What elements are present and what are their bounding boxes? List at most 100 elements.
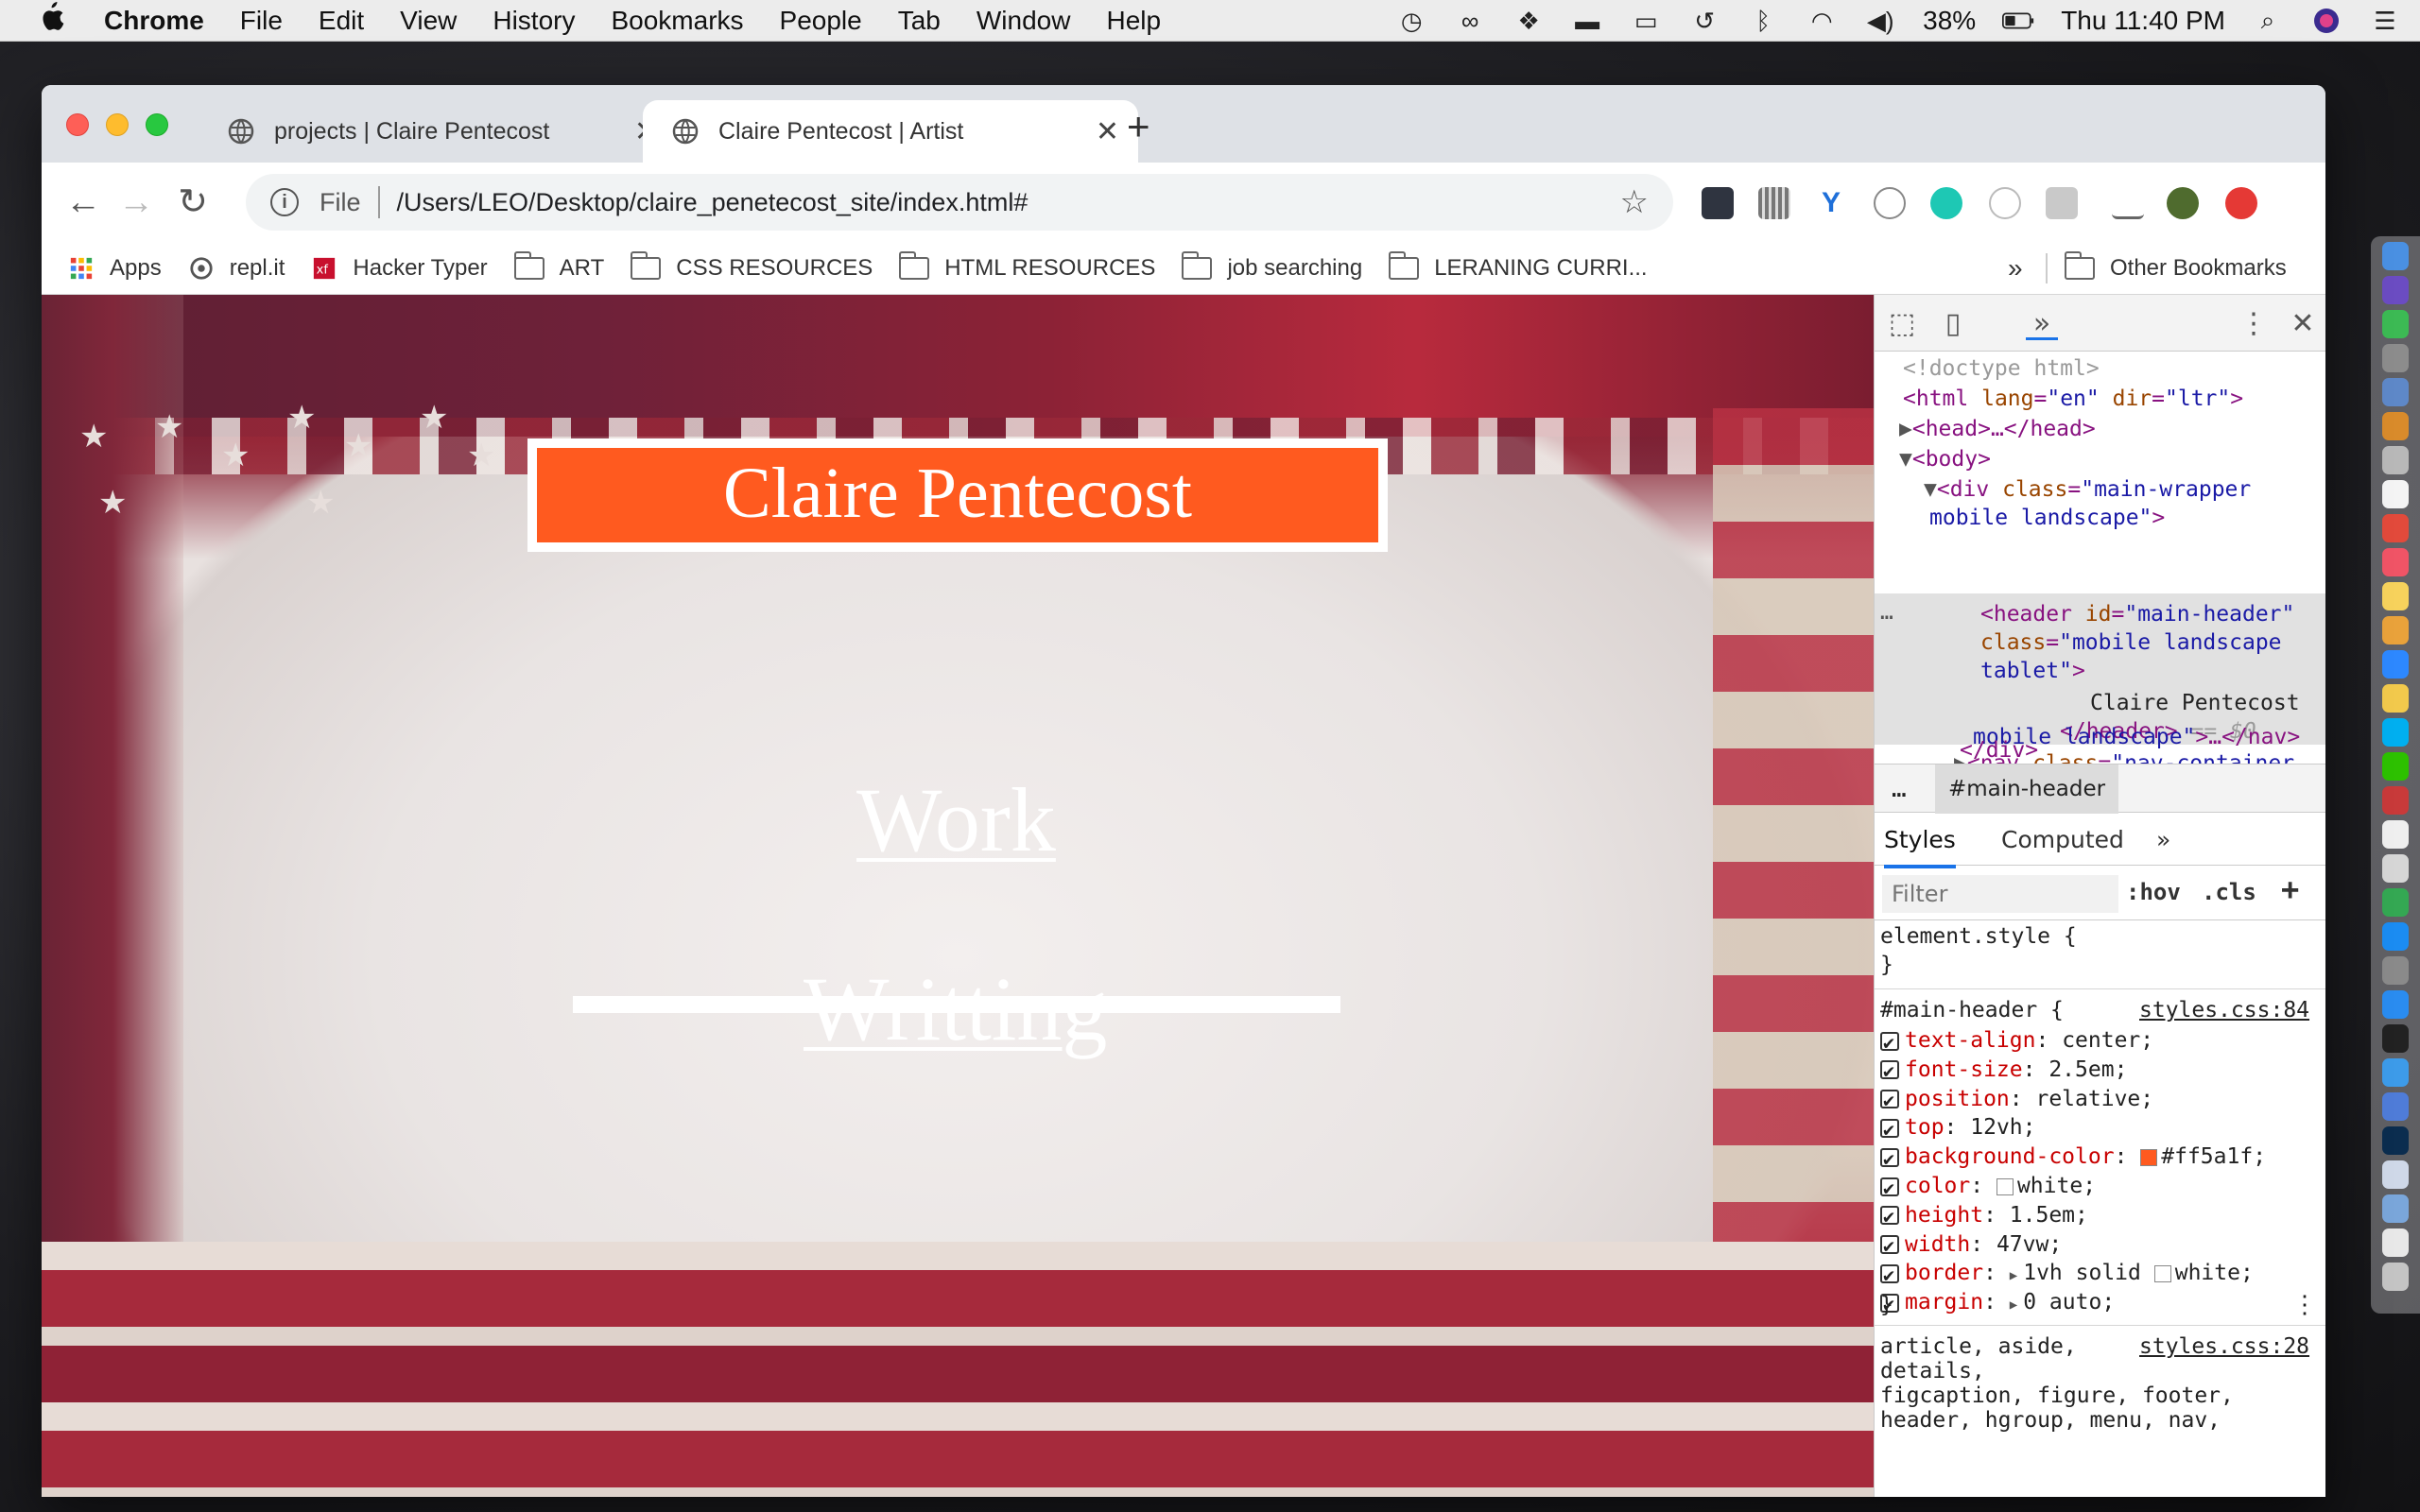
back-button[interactable]: ←	[60, 180, 106, 225]
dom-doctype[interactable]: <!doctype html>	[1903, 353, 2100, 384]
photo-booth-icon[interactable]	[2382, 514, 2409, 542]
declaration-background-color[interactable]: background-color: #ff5a1f;	[1880, 1143, 2266, 1174]
help-icon[interactable]	[2382, 854, 2409, 883]
element-style-selector[interactable]: element.style {	[1880, 922, 2077, 952]
music-icon[interactable]	[2382, 548, 2409, 576]
new-tab-button[interactable]: +	[1127, 104, 1150, 149]
volume-icon[interactable]: ◀)	[1864, 7, 1896, 35]
documents-stack-icon[interactable]	[2382, 1228, 2409, 1257]
device-toolbar-icon[interactable]: ▯	[1937, 308, 1969, 340]
bookmark-star-icon[interactable]: ☆	[1620, 183, 1649, 221]
calendar-icon[interactable]	[2382, 480, 2409, 508]
nav-link-writting[interactable]: Writting	[804, 956, 1107, 1061]
declaration-value[interactable]: 1.5em;	[2010, 1203, 2088, 1228]
bookmarks-overflow-button[interactable]: »	[2008, 253, 2023, 284]
bookmark-apps[interactable]: Apps	[68, 255, 162, 282]
inspect-element-icon[interactable]: ⬚	[1886, 308, 1918, 340]
declaration-value[interactable]: relative;	[2035, 1087, 2153, 1111]
declaration-property[interactable]: background-color	[1905, 1144, 2115, 1169]
declaration-color[interactable]: color: white;	[1880, 1172, 2096, 1203]
declaration-text-align[interactable]: text-align: center;	[1880, 1026, 2153, 1057]
photos-icon[interactable]	[2382, 616, 2409, 644]
declaration-height[interactable]: height: 1.5em;	[1880, 1201, 2088, 1231]
app-icon-red[interactable]	[2382, 786, 2409, 815]
declaration-position[interactable]: position: relative;	[1880, 1085, 2153, 1115]
declaration-value[interactable]: 2.5em;	[2048, 1057, 2127, 1082]
menu-history[interactable]: History	[493, 6, 575, 36]
minimize-window-button[interactable]	[106, 113, 129, 136]
tab-claire-pentecost-artist[interactable]: Claire Pentecost | Artist ✕	[643, 100, 1138, 163]
declaration-value[interactable]: #ff5a1f;	[2161, 1144, 2266, 1169]
notification-center-icon[interactable]: ☰	[2369, 7, 2401, 35]
declaration-property[interactable]: text-align	[1905, 1028, 2035, 1053]
color-swatch[interactable]	[2140, 1148, 2158, 1166]
downloads-folder-icon[interactable]	[2382, 1194, 2409, 1223]
xcode-icon[interactable]	[2382, 1058, 2409, 1087]
expand-shorthand-icon[interactable]: ▶	[2010, 1268, 2017, 1283]
battery-icon[interactable]	[2002, 7, 2034, 35]
tab-computed[interactable]: Computed	[2001, 826, 2124, 853]
timer-icon[interactable]: ◷	[1395, 7, 1427, 35]
declaration-checkbox[interactable]	[1880, 1261, 1899, 1290]
declaration-value[interactable]: center;	[2062, 1028, 2153, 1053]
extension-m-icon[interactable]	[1930, 187, 1962, 219]
declaration-checkbox[interactable]	[1880, 1028, 1899, 1057]
clock[interactable]: Thu 11:40 PM	[2061, 6, 2225, 36]
messenger-icon[interactable]	[2382, 650, 2409, 679]
menu-edit[interactable]: Edit	[319, 6, 364, 36]
dom-header-text[interactable]: Claire Pentecost	[2090, 688, 2300, 718]
spotlight-search-icon[interactable]: ⌕	[2252, 6, 2284, 35]
declaration-property[interactable]: color	[1905, 1174, 1970, 1198]
bluetooth-dock-icon[interactable]	[2382, 1160, 2409, 1189]
system-preferences-icon[interactable]	[2382, 956, 2409, 985]
declaration-top[interactable]: top: 12vh;	[1880, 1113, 2036, 1144]
dom-body-node[interactable]: ▼<body>	[1899, 444, 1991, 474]
rule-more-icon[interactable]: ⋮	[2292, 1291, 2317, 1320]
messages-dock-icon[interactable]	[2382, 310, 2409, 338]
bluetooth-icon[interactable]: ᛒ	[1747, 7, 1779, 35]
siri-dock-icon[interactable]	[2382, 276, 2409, 304]
menu-window[interactable]: Window	[977, 6, 1071, 36]
menu-view[interactable]: View	[400, 6, 457, 36]
declaration-property[interactable]: top	[1905, 1115, 1945, 1140]
declaration-property[interactable]: position	[1905, 1087, 2010, 1111]
dom-div-close[interactable]: </div>	[1960, 739, 2038, 762]
extension-dots-icon[interactable]	[1702, 187, 1734, 219]
declaration-value[interactable]: 12vh;	[1970, 1115, 2035, 1140]
declaration-checkbox[interactable]	[1880, 1057, 1899, 1086]
menu-people[interactable]: People	[780, 6, 862, 36]
wifi-icon[interactable]: ◠	[1806, 7, 1838, 35]
finder-icon[interactable]	[2382, 242, 2409, 270]
photoshop-icon[interactable]	[2382, 1126, 2409, 1155]
dom-html-node[interactable]: <html lang="en" dir="ltr">	[1903, 384, 2243, 414]
numbers-icon[interactable]	[2382, 888, 2409, 917]
close-window-button[interactable]	[66, 113, 89, 136]
declaration-value[interactable]: 1vh solid	[2023, 1261, 2141, 1285]
bookmark-folder-art[interactable]: ART	[513, 250, 604, 282]
menu-bookmarks[interactable]: Bookmarks	[611, 6, 743, 36]
bookmark-folder-css-resources[interactable]: CSS RESOURCES	[631, 250, 873, 282]
declaration-checkbox[interactable]	[1880, 1174, 1899, 1203]
dom-header-node[interactable]: <header id="main-header"	[1980, 599, 2294, 629]
zoom-window-button[interactable]	[146, 113, 168, 136]
declaration-checkbox[interactable]	[1880, 1086, 1899, 1115]
creative-cloud-icon[interactable]: ∞	[1454, 7, 1486, 35]
declaration-border[interactable]: border: ▶1vh solid white;	[1880, 1259, 2254, 1291]
tab-projects[interactable]: projects | Claire Pentecost ✕	[199, 100, 677, 163]
terminal-icon[interactable]	[2382, 1024, 2409, 1053]
profile-avatar[interactable]	[2167, 187, 2199, 219]
proxyman-icon[interactable]	[2382, 1092, 2409, 1121]
tab-styles[interactable]: Styles	[1884, 826, 1956, 868]
close-devtools-icon[interactable]: ✕	[2287, 308, 2319, 340]
time-machine-icon[interactable]: ↺	[1688, 7, 1720, 35]
extension-react-icon[interactable]	[1989, 187, 2021, 219]
dom-node-actions-icon[interactable]: …	[1880, 597, 1893, 627]
declaration-value[interactable]: white;	[2175, 1261, 2254, 1285]
other-bookmarks[interactable]: Other Bookmarks	[2065, 250, 2287, 282]
new-style-rule-button[interactable]: +	[2281, 871, 2299, 907]
declaration-property[interactable]: width	[1905, 1232, 1970, 1257]
extension-braces-icon[interactable]	[1874, 187, 1906, 219]
rule-source-link[interactable]: styles.css:84	[2139, 996, 2309, 1025]
launchpad-icon[interactable]	[2382, 344, 2409, 372]
breadcrumb-main-header[interactable]: #main-header	[1935, 765, 2119, 814]
